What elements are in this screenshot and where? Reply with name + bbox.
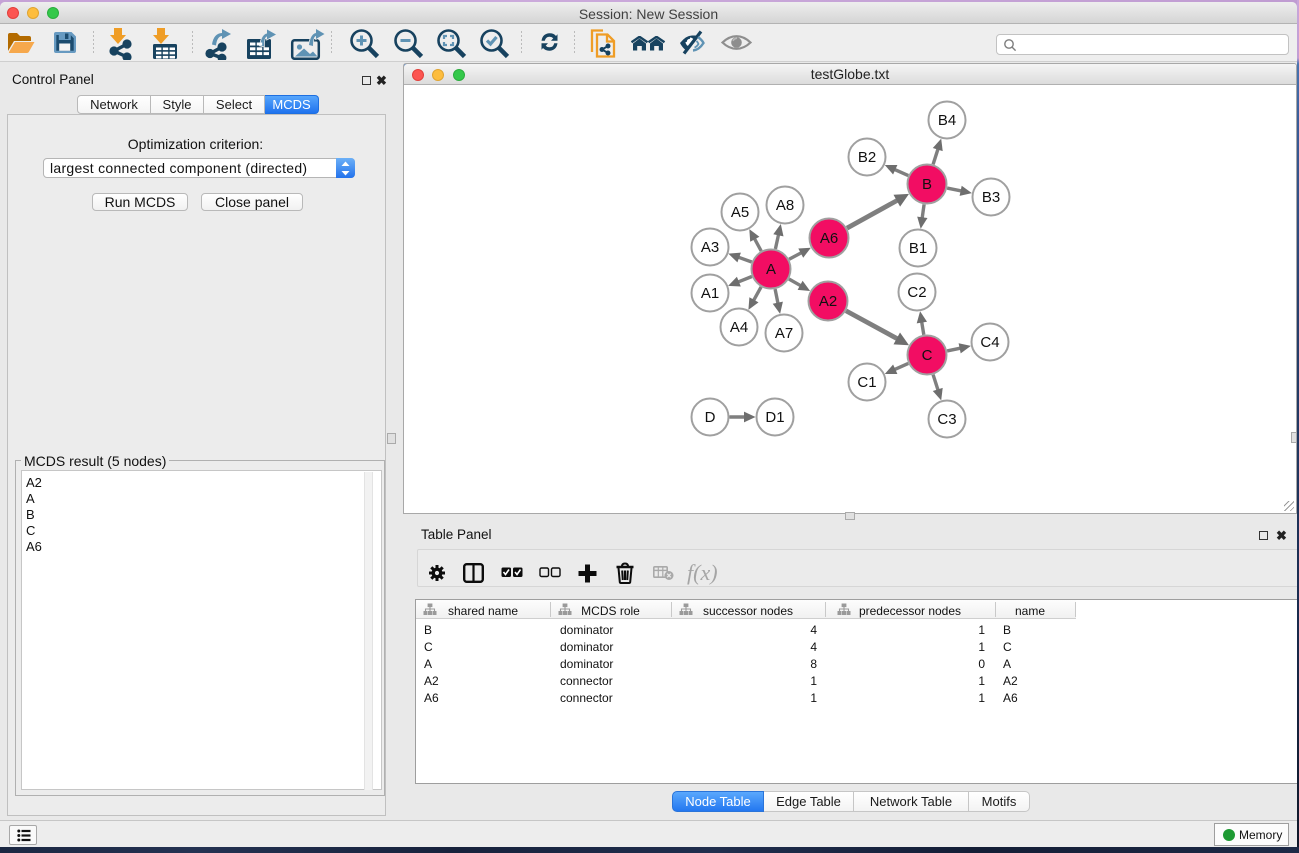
svg-text:A5: A5: [731, 204, 749, 221]
svg-text:A: A: [766, 261, 776, 278]
svg-text:B2: B2: [858, 149, 876, 166]
svg-text:A1: A1: [701, 285, 719, 302]
svg-text:B: B: [922, 176, 932, 193]
svg-text:D: D: [705, 409, 716, 426]
svg-text:D1: D1: [765, 409, 784, 426]
svg-text:C3: C3: [937, 411, 956, 428]
svg-text:A2: A2: [819, 293, 837, 310]
svg-text:B4: B4: [938, 112, 956, 129]
svg-text:B1: B1: [909, 240, 927, 257]
svg-text:A4: A4: [730, 319, 748, 336]
svg-text:C: C: [922, 347, 933, 364]
svg-text:B3: B3: [982, 189, 1000, 206]
svg-text:A8: A8: [776, 197, 794, 214]
svg-text:A6: A6: [820, 230, 838, 247]
svg-text:A7: A7: [775, 325, 793, 342]
svg-text:A3: A3: [701, 239, 719, 256]
svg-text:C2: C2: [907, 284, 926, 301]
svg-text:C4: C4: [980, 334, 999, 351]
svg-text:C1: C1: [857, 374, 876, 391]
